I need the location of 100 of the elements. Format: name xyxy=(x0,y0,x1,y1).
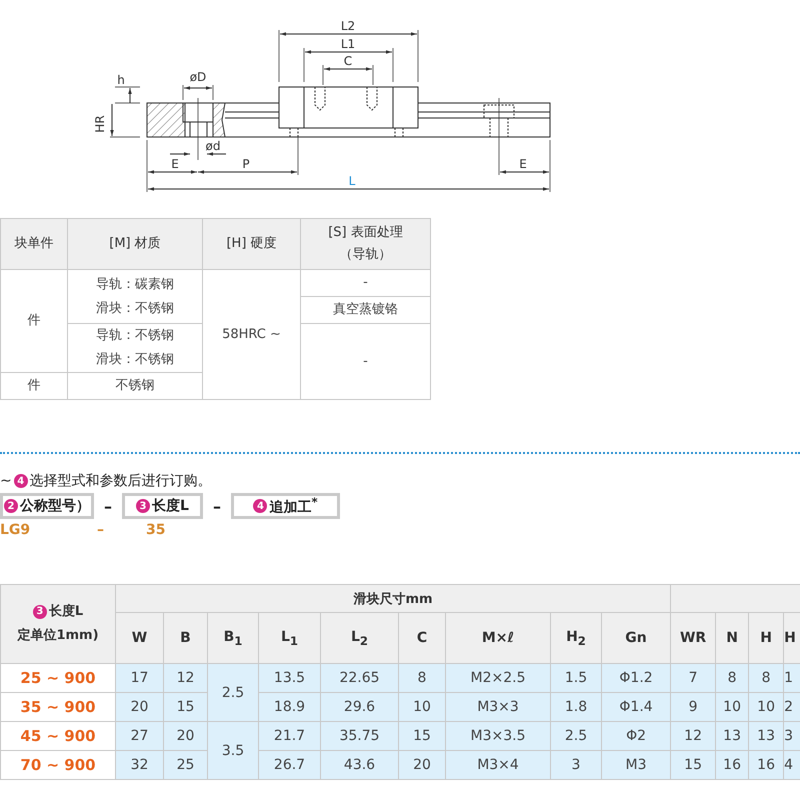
dimension-label: L2 xyxy=(340,19,356,33)
table-cell: 18.9 xyxy=(258,692,320,722)
dimension-label: E xyxy=(171,157,179,171)
column-header: [M] 材质 xyxy=(109,235,161,253)
table-cell: 2.5 xyxy=(208,664,258,722)
table-cell: 9 xyxy=(670,692,716,722)
table-cell: 21.7 xyxy=(258,722,320,750)
table-cell: 4 xyxy=(784,750,800,780)
separator: – xyxy=(212,496,222,516)
column-header: B$_{1}$ xyxy=(208,612,258,664)
table-cell: 17 xyxy=(116,664,164,692)
table-cell: 2 xyxy=(784,692,800,722)
table-cell: M3×3 xyxy=(446,692,550,722)
table-cell: 1 xyxy=(784,664,800,692)
order-field[interactable]: 3 长度L xyxy=(122,493,203,519)
order-value: LG9 xyxy=(0,522,32,538)
table-cell-text: 导轨：碳素钢 xyxy=(96,276,174,294)
table-cell: 15 xyxy=(670,750,716,780)
length-label: 长度L xyxy=(48,602,84,621)
separator: – xyxy=(103,496,113,516)
column-header: Gn xyxy=(602,612,671,664)
table-cell: M3×4 xyxy=(446,750,550,780)
group-header: 滑块尺寸mm xyxy=(116,584,671,612)
table-cell: 3 xyxy=(550,750,602,780)
step-badge: 3 xyxy=(136,499,150,513)
table-cell: Φ1.2 xyxy=(602,664,671,692)
table-cell: 25 xyxy=(164,750,208,780)
length-note: 定单位1mm) xyxy=(17,628,99,643)
column-header: M×ℓ xyxy=(446,612,550,664)
table-cell-text: 不锈钢 xyxy=(116,377,154,395)
dimension-label: ød xyxy=(206,139,220,153)
column-header: W xyxy=(116,612,164,664)
table-cell: 2.5 xyxy=(550,722,602,750)
column-header: 块单件 xyxy=(14,235,54,253)
table-cell: 35.75 xyxy=(320,722,398,750)
step-badge: 2 xyxy=(4,499,18,513)
table-cell: 26.7 xyxy=(258,750,320,780)
step-badge: 4 xyxy=(253,499,268,513)
dimension-label: HR xyxy=(93,115,107,133)
table-cell: M3×3.5 xyxy=(446,722,550,750)
table-cell: 29.6 xyxy=(320,692,398,722)
table-cell: 20 xyxy=(164,722,208,750)
table-cell: 12 xyxy=(164,664,208,692)
table-cell: 13 xyxy=(748,722,784,750)
dimension-label: h xyxy=(117,73,125,87)
column-header: WR xyxy=(670,612,716,664)
order-field[interactable]: 4 追加工$^{*}$ xyxy=(231,493,340,519)
order-instruction: 选择型式和参数后进行订购。 xyxy=(30,472,212,490)
table-cell: 16 xyxy=(716,750,749,780)
table-cell-text: 滑块：不锈钢 xyxy=(96,351,174,369)
table-cell-text: 件 xyxy=(28,377,40,395)
column-header: L$_{1}$ xyxy=(258,612,320,664)
table-cell: 22.65 xyxy=(320,664,398,692)
table-cell: 15 xyxy=(398,722,446,750)
table-cell: 16 xyxy=(748,750,784,780)
table-cell-text: 件 xyxy=(28,312,40,330)
table-cell-text: - xyxy=(363,352,368,370)
dimension-label: E xyxy=(519,157,527,171)
length-cell: 45 ~ 900 xyxy=(0,722,116,750)
column-header: H xyxy=(784,612,800,664)
order-field[interactable]: 2 公称型号） xyxy=(0,493,94,519)
table-cell-text: - xyxy=(363,274,368,292)
step-badge: 4 xyxy=(14,474,28,488)
order-value: 35 xyxy=(146,522,166,538)
column-header: （导轨） xyxy=(340,246,392,264)
length-cell: 35 ~ 900 xyxy=(0,692,116,722)
table-cell: 20 xyxy=(116,692,164,722)
table-cell: 8 xyxy=(716,664,749,692)
column-header: [S] 表面处理 xyxy=(328,224,403,242)
table-cell: 15 xyxy=(164,692,208,722)
table-cell: 7 xyxy=(670,664,716,692)
table-cell: 8 xyxy=(748,664,784,692)
table-cell: 20 xyxy=(398,750,446,780)
column-header: H xyxy=(748,612,784,664)
dimension-label: P xyxy=(242,157,250,171)
table-cell: 13.5 xyxy=(258,664,320,692)
table-cell-text: 58HRC ~ xyxy=(222,326,281,344)
column-header: C xyxy=(398,612,446,664)
order-instruction: ~ xyxy=(0,473,12,489)
table-cell: 10 xyxy=(716,692,749,722)
table-cell: 27 xyxy=(116,722,164,750)
length-cell: 70 ~ 900 xyxy=(0,750,116,780)
table-cell: 43.6 xyxy=(320,750,398,780)
column-header: [H] 硬度 xyxy=(226,235,277,253)
table-cell: 8 xyxy=(398,664,446,692)
table-cell: 3.5 xyxy=(208,722,258,780)
length-cell: 25 ~ 900 xyxy=(0,664,116,692)
table-cell: Φ1.4 xyxy=(602,692,671,722)
table-cell: 1.5 xyxy=(550,664,602,692)
table-cell: 3 xyxy=(784,722,800,750)
table-cell: 13 xyxy=(716,722,749,750)
order-value: – xyxy=(97,522,105,538)
table-cell: 1.8 xyxy=(550,692,602,722)
table-cell-text: 导轨：不锈钢 xyxy=(96,327,174,345)
table-cell-text: 滑块：不锈钢 xyxy=(96,300,174,318)
table-cell: M3 xyxy=(602,750,671,780)
table-cell: 12 xyxy=(670,722,716,750)
table-cell: 10 xyxy=(748,692,784,722)
step-badge: 3 xyxy=(32,605,47,619)
dimension-label: øD xyxy=(190,70,206,84)
